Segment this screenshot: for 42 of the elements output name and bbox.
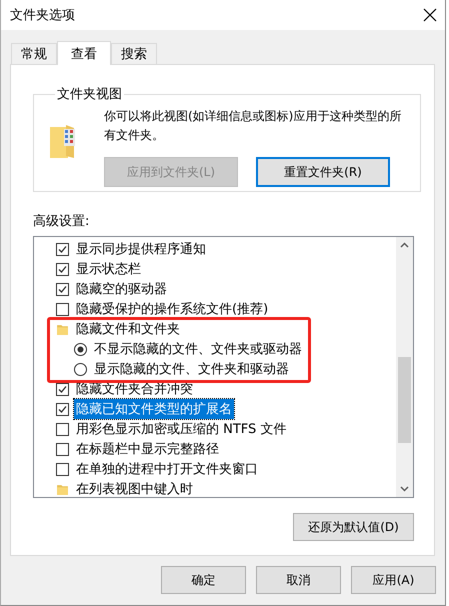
checkbox[interactable] [56, 462, 69, 476]
setting-label[interactable]: 隐藏文件夹合并冲突 [74, 379, 195, 399]
setting-label[interactable]: 隐藏空的驱动器 [74, 279, 169, 299]
scrollbar[interactable] [396, 237, 413, 497]
window-title: 文件夹选项 [10, 7, 75, 24]
dialog-button[interactable]: 应用(A) [351, 566, 436, 594]
setting-label[interactable]: 显示同步提供程序通知 [74, 239, 208, 259]
scroll-thumb[interactable] [398, 357, 411, 443]
setting-label[interactable]: 用彩色显示加密或压缩的 NTFS 文件 [74, 419, 288, 439]
setting-label[interactable]: 在单独的进程中打开文件夹窗口 [74, 459, 260, 479]
dialog-button[interactable]: 取消 [256, 566, 341, 594]
checkbox[interactable] [56, 302, 69, 316]
description-text: 你可以将此视图(如详细信息或图标)应用于这种类型的所有文件夹。 [104, 108, 402, 144]
checkbox[interactable] [56, 282, 69, 296]
checkbox[interactable] [56, 422, 69, 436]
setting-label[interactable]: 显示隐藏的文件、文件夹和驱动器 [92, 359, 291, 379]
radio-button[interactable] [74, 362, 87, 376]
folder-icon [56, 322, 69, 336]
setting-label[interactable]: 不显示隐藏的文件、文件夹或驱动器 [92, 339, 304, 359]
tab[interactable]: 查看 [57, 41, 111, 65]
folder-icon [56, 482, 69, 496]
setting-label[interactable]: 隐藏已知文件类型的扩展名 [74, 399, 234, 419]
checkbox[interactable] [56, 402, 69, 416]
setting-label[interactable]: 显示状态栏 [74, 259, 143, 279]
checkbox[interactable] [56, 382, 69, 396]
dialog-button[interactable]: 确定 [161, 566, 246, 594]
folder-button[interactable]: 重置文件夹(R) [256, 157, 390, 187]
checkbox[interactable] [56, 242, 69, 256]
close-icon[interactable] [423, 8, 437, 22]
advanced-settings-label: 高级设置: [33, 213, 90, 230]
tab[interactable]: 常规 [11, 43, 57, 64]
setting-label[interactable]: 隐藏文件和文件夹 [74, 319, 182, 339]
restore-defaults-button[interactable]: 还原为默认值(D) [293, 513, 414, 541]
group-title: 文件夹视图 [56, 86, 123, 103]
checkbox[interactable] [56, 262, 69, 276]
setting-label[interactable]: 隐藏受保护的操作系统文件(推荐) [74, 299, 270, 319]
tab[interactable]: 搜索 [111, 43, 157, 64]
folder-view-icon [50, 125, 76, 158]
checkbox[interactable] [56, 442, 69, 456]
setting-label[interactable]: 在标题栏中显示完整路径 [74, 439, 221, 459]
radio-button[interactable] [74, 342, 87, 356]
setting-label[interactable]: 在列表视图中键入时 [74, 479, 195, 497]
